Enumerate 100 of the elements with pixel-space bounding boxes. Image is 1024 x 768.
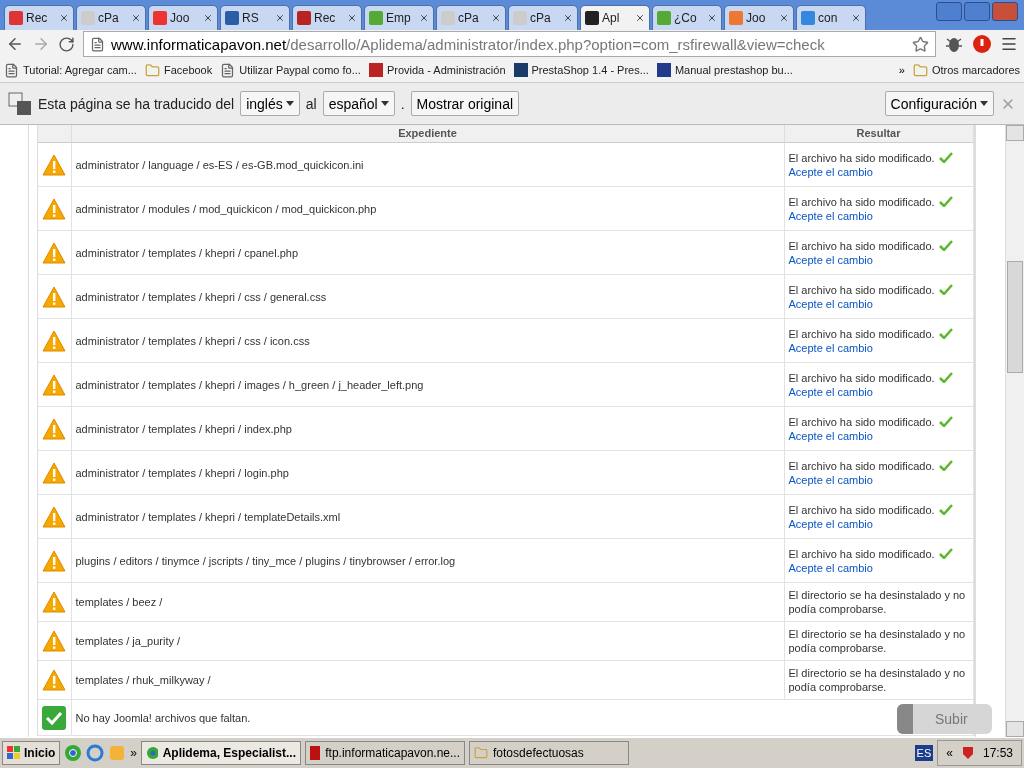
browser-tab[interactable]: Joo	[724, 5, 794, 30]
favicon-icon	[297, 11, 311, 25]
bookmark-link[interactable]: Tutorial: Agregar cam...	[4, 62, 137, 78]
browser-tab[interactable]: con	[796, 5, 866, 30]
result-text: El archivo ha sido modificado.	[788, 194, 935, 209]
warning-icon	[42, 549, 66, 572]
checkmark-icon	[42, 705, 66, 730]
checkmark-icon	[938, 196, 953, 207]
favicon-icon	[441, 11, 455, 25]
close-icon[interactable]	[131, 13, 141, 23]
reload-icon[interactable]	[58, 35, 75, 53]
browser-tab[interactable]: Apl	[580, 5, 650, 30]
favicon-icon	[729, 11, 743, 25]
column-header: Expediente	[71, 125, 785, 143]
page-icon	[220, 62, 236, 78]
accept-change-link[interactable]: Acepte el cambio	[788, 428, 873, 443]
bookmark-link[interactable]: Manual prestashop bu...	[656, 63, 793, 77]
accept-change-link[interactable]: Acepte el cambio	[788, 560, 873, 575]
start-button[interactable]: Inicio	[2, 741, 61, 765]
accept-change-link[interactable]: Acepte el cambio	[788, 516, 873, 531]
checkmark-icon	[938, 416, 953, 427]
file-path: administrator / modules / mod_quickicon / mod_quickicon.php	[71, 187, 785, 231]
directory-path: templates / beez /	[71, 583, 785, 622]
bookmark-folder[interactable]: Otros marcadores	[912, 62, 1020, 78]
star-icon[interactable]	[912, 35, 929, 53]
target-language-dropdown[interactable]: español	[322, 91, 395, 116]
favicon-icon	[9, 11, 23, 25]
result-text: El archivo ha sido modificado.	[788, 238, 935, 253]
warning-icon	[42, 329, 66, 352]
source-language-dropdown[interactable]: inglés	[240, 91, 300, 116]
bookmark-link[interactable]: Facebook	[144, 62, 213, 78]
directory-path: templates / ja_purity /	[71, 622, 785, 661]
settings-dropdown[interactable]: Configuración	[884, 91, 994, 116]
close-icon[interactable]	[563, 13, 573, 23]
browser-tab[interactable]: Rec	[292, 5, 362, 30]
browser-icon[interactable]	[64, 744, 83, 762]
browser-tab[interactable]: Emp	[364, 5, 434, 30]
bookmark-link[interactable]: Provida - Administración	[368, 63, 506, 77]
bookmark-link[interactable]: Utilizar Paypal como fo...	[220, 62, 361, 78]
accept-change-link[interactable]: Acepte el cambio	[788, 340, 873, 355]
file-path: administrator / templates / khepri / css / icon.css	[71, 319, 785, 363]
close-icon[interactable]	[851, 13, 861, 23]
checkmark-icon	[938, 548, 953, 559]
favicon-icon	[585, 11, 599, 25]
folder-icon	[912, 62, 928, 78]
checkmark-icon	[938, 328, 953, 339]
favicon-icon	[153, 11, 167, 25]
close-icon[interactable]	[491, 13, 501, 23]
file-path: administrator / language / es-ES / es-GB.mod_quickicon.ini	[71, 143, 785, 187]
checkmark-icon	[938, 504, 953, 515]
back-icon[interactable]	[6, 35, 24, 53]
menu-icon[interactable]	[1000, 35, 1018, 53]
more-bookmarks-button[interactable]: »	[898, 64, 905, 76]
accept-change-link[interactable]: Acepte el cambio	[788, 384, 873, 399]
browser-tab[interactable]: cPa	[436, 5, 506, 30]
clock: 17:53	[982, 746, 1013, 760]
browser-tab[interactable]: Joo	[148, 5, 218, 30]
browser-tab[interactable]: RS	[220, 5, 290, 30]
address-bar[interactable]: www.informaticapavon.net/desarrollo/Aplidema/administrator/index.php?option=com_rsfirewall&view=check	[83, 31, 936, 57]
file-path: administrator / templates / khepri / css / general.css	[71, 275, 785, 319]
bookmark-link[interactable]: PrestaShop 1.4 - Pres...	[513, 63, 649, 77]
warning-icon	[42, 591, 66, 613]
result-text: El archivo ha sido modificado.	[788, 458, 935, 473]
browser-tab[interactable]: cPa	[76, 5, 146, 30]
warning-icon	[42, 241, 66, 264]
accept-change-link[interactable]: Acepte el cambio	[788, 472, 873, 487]
file-path: plugins / editors / tinymce / jscripts / tiny_mce / plugins / tinybrowser / error.log	[71, 539, 785, 583]
browser-tab[interactable]: Rec	[4, 5, 74, 30]
page-icon	[90, 36, 105, 52]
scrollbar[interactable]	[1005, 125, 1024, 737]
taskbar-window-button[interactable]: Aplidema, Especialist...	[141, 741, 302, 765]
favicon-icon	[513, 11, 527, 25]
tray-expand-button[interactable]: «	[946, 746, 953, 760]
close-icon[interactable]	[707, 13, 717, 23]
close-icon[interactable]	[635, 13, 645, 23]
accept-change-link[interactable]: Acepte el cambio	[788, 208, 873, 223]
site-icon	[656, 63, 671, 77]
close-icon[interactable]	[347, 13, 357, 23]
joiner-text: al	[305, 95, 317, 112]
favicon-icon	[225, 11, 239, 25]
close-icon[interactable]	[419, 13, 429, 23]
accept-change-link[interactable]: Acepte el cambio	[788, 164, 873, 179]
browser-tab[interactable]: ¿Co	[652, 5, 722, 30]
close-icon[interactable]	[275, 13, 285, 23]
taskbar-window-button[interactable]: ftp.informaticapavon.ne...	[305, 741, 466, 765]
stop-icon[interactable]	[972, 34, 992, 54]
browser-icon[interactable]	[86, 744, 105, 762]
close-icon[interactable]	[59, 13, 69, 23]
browser-tab[interactable]: cPa	[508, 5, 578, 30]
folder-icon	[144, 62, 160, 78]
accept-change-link[interactable]: Acepte el cambio	[788, 296, 873, 311]
taskbar-window-button[interactable]: fotosdefectuosas	[469, 741, 630, 765]
language-indicator[interactable]: ES	[914, 745, 934, 761]
more-button[interactable]: »	[130, 746, 138, 760]
period-text: .	[400, 95, 405, 112]
show-original-button[interactable]: Mostrar original	[410, 91, 520, 116]
file-path: administrator / templates / khepri / images / h_green / j_header_left.png	[71, 363, 785, 407]
close-icon[interactable]	[779, 13, 789, 23]
close-icon[interactable]	[203, 13, 213, 23]
accept-change-link[interactable]: Acepte el cambio	[788, 252, 873, 267]
